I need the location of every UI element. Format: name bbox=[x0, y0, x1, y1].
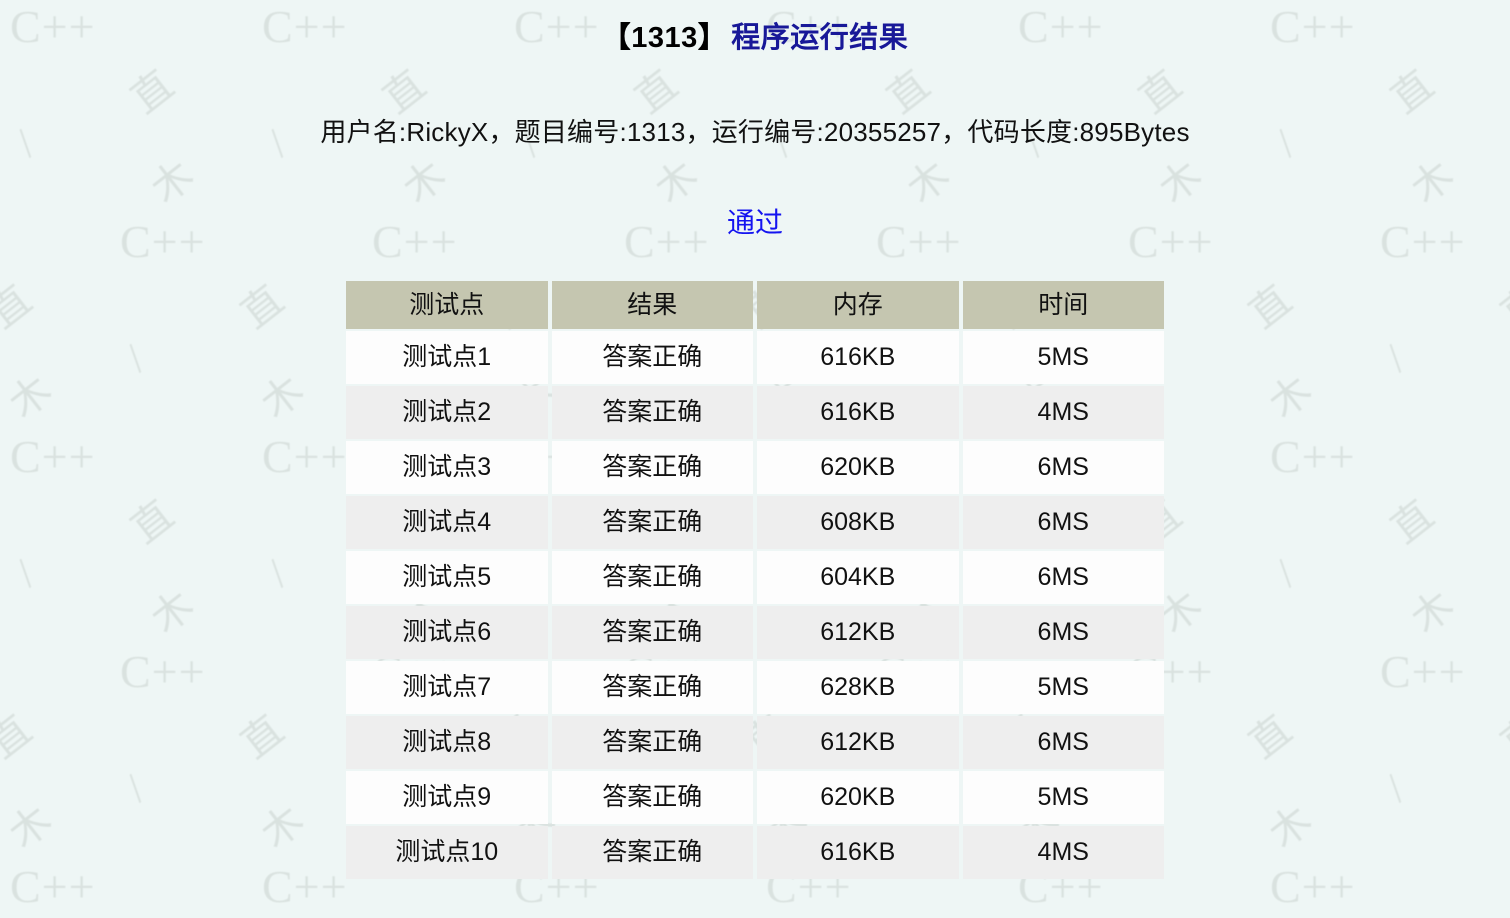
results-table-container: 测试点 结果 内存 时间 测试点1 答案正确 616KB 5MS 测试点2 答案正确 616… bbox=[0, 279, 1510, 881]
table-row: 测试点4 答案正确 608KB 6MS bbox=[346, 496, 1164, 549]
table-row: 测试点6 答案正确 612KB 6MS bbox=[346, 606, 1164, 659]
cell-memory: 604KB bbox=[757, 551, 959, 604]
cell-testpoint: 测试点7 bbox=[346, 661, 548, 714]
cell-result: 答案正确 bbox=[551, 386, 753, 439]
table-header-row: 测试点 结果 内存 时间 bbox=[346, 281, 1164, 329]
cell-memory: 616KB bbox=[757, 331, 959, 384]
column-header-testpoint: 测试点 bbox=[346, 281, 548, 329]
cell-time: 6MS bbox=[962, 606, 1164, 659]
watermark-glyph: 直 bbox=[1376, 914, 1443, 918]
cell-memory: 612KB bbox=[757, 606, 959, 659]
cell-testpoint: 测试点3 bbox=[346, 441, 548, 494]
table-row: 测试点8 答案正确 612KB 6MS bbox=[346, 716, 1164, 769]
watermark-glyph: 直 bbox=[620, 914, 687, 918]
cell-result: 答案正确 bbox=[551, 551, 753, 604]
cell-time: 5MS bbox=[962, 331, 1164, 384]
cell-memory: 620KB bbox=[757, 441, 959, 494]
cell-memory: 620KB bbox=[757, 771, 959, 824]
watermark-glyph: 直 bbox=[872, 914, 939, 918]
table-row: 测试点10 答案正确 616KB 4MS bbox=[346, 826, 1164, 879]
table-row: 测试点7 答案正确 628KB 5MS bbox=[346, 661, 1164, 714]
cell-testpoint: 测试点5 bbox=[346, 551, 548, 604]
cell-testpoint: 测试点6 bbox=[346, 606, 548, 659]
table-row: 测试点3 答案正确 620KB 6MS bbox=[346, 441, 1164, 494]
cell-time: 5MS bbox=[962, 771, 1164, 824]
column-header-result: 结果 bbox=[551, 281, 753, 329]
page-title: 【1313】 程序运行结果 bbox=[0, 0, 1510, 56]
table-row: 测试点2 答案正确 616KB 4MS bbox=[346, 386, 1164, 439]
column-header-memory: 内存 bbox=[757, 281, 959, 329]
cell-testpoint: 测试点4 bbox=[346, 496, 548, 549]
verdict-status: 通过 bbox=[726, 207, 783, 238]
cell-time: 4MS bbox=[962, 826, 1164, 879]
watermark-glyph: 直 bbox=[1124, 914, 1191, 918]
column-header-time: 时间 bbox=[962, 281, 1164, 329]
table-row: 测试点1 答案正确 616KB 5MS bbox=[346, 331, 1164, 384]
cell-time: 6MS bbox=[962, 441, 1164, 494]
table-row: 测试点5 答案正确 604KB 6MS bbox=[346, 551, 1164, 604]
cell-time: 6MS bbox=[962, 496, 1164, 549]
cell-memory: 616KB bbox=[757, 386, 959, 439]
table-header: 测试点 结果 内存 时间 bbox=[346, 281, 1164, 329]
cell-memory: 608KB bbox=[757, 496, 959, 549]
cell-memory: 612KB bbox=[757, 716, 959, 769]
cell-time: 5MS bbox=[962, 661, 1164, 714]
cell-result: 答案正确 bbox=[551, 826, 753, 879]
page-content: 【1313】 程序运行结果 用户名:RickyX，题目编号:1313，运行编号:2… bbox=[0, 0, 1510, 881]
cell-time: 6MS bbox=[962, 716, 1164, 769]
cell-result: 答案正确 bbox=[551, 661, 753, 714]
cell-testpoint: 测试点9 bbox=[346, 771, 548, 824]
cell-testpoint: 测试点1 bbox=[346, 331, 548, 384]
watermark-glyph: 直 bbox=[116, 914, 183, 918]
cell-memory: 616KB bbox=[757, 826, 959, 879]
cell-time: 4MS bbox=[962, 386, 1164, 439]
cell-testpoint: 测试点10 bbox=[346, 826, 548, 879]
cell-testpoint: 测试点8 bbox=[346, 716, 548, 769]
watermark-glyph: 直 bbox=[368, 914, 435, 918]
cell-result: 答案正确 bbox=[551, 496, 753, 549]
problem-id: 【1313】 bbox=[601, 22, 728, 54]
submission-info: 用户名:RickyX，题目编号:1313，运行编号:20355257，代码长度:… bbox=[320, 117, 1190, 147]
cell-result: 答案正确 bbox=[551, 771, 753, 824]
cell-testpoint: 测试点2 bbox=[346, 386, 548, 439]
test-results-table: 测试点 结果 内存 时间 测试点1 答案正确 616KB 5MS 测试点2 答案正确 616… bbox=[342, 279, 1168, 881]
page-title-text: 程序运行结果 bbox=[731, 22, 909, 54]
cell-memory: 628KB bbox=[757, 661, 959, 714]
cell-result: 答案正确 bbox=[551, 331, 753, 384]
cell-time: 6MS bbox=[962, 551, 1164, 604]
cell-result: 答案正确 bbox=[551, 716, 753, 769]
table-body: 测试点1 答案正确 616KB 5MS 测试点2 答案正确 616KB 4MS 测试点3 答案正确… bbox=[346, 331, 1164, 879]
cell-result: 答案正确 bbox=[551, 441, 753, 494]
table-row: 测试点9 答案正确 620KB 5MS bbox=[346, 771, 1164, 824]
cell-result: 答案正确 bbox=[551, 606, 753, 659]
